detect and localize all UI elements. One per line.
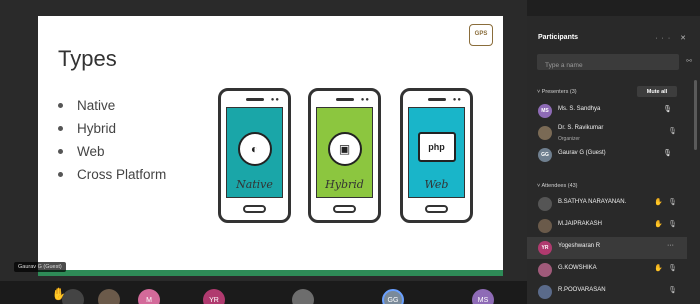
phone-label-native: Native — [236, 178, 273, 191]
participants-panel: Participants ··· ✕ ⚯ ˅ Presenters (3) Mu… — [527, 16, 700, 304]
attendees-section-label[interactable]: ˅ Attendees (43) — [537, 183, 578, 189]
phone-home-button — [333, 205, 356, 213]
phone-speaker — [246, 98, 264, 101]
bullet-dot — [58, 172, 63, 177]
presentation-stage: GPS Types Native Hybrid Web Cross Platfo… — [0, 0, 527, 304]
presenter-name-tag: Gaurav G (Guest) — [14, 262, 66, 272]
bullet-dot — [58, 103, 63, 108]
mic-muted-icon: 🎙 — [668, 128, 677, 135]
video-tile-avatar[interactable]: MS — [472, 289, 494, 304]
phone-camera: ●● — [360, 97, 370, 103]
mic-muted-icon: 🎙 — [668, 221, 677, 228]
raised-hand-icon: ✋ — [654, 221, 663, 228]
phone-speaker — [336, 98, 354, 101]
video-tile-avatar[interactable] — [62, 289, 84, 304]
hybrid-app-icon: ▣ — [327, 132, 362, 166]
avatar: MS — [538, 104, 552, 118]
microphone-icon: 🎙 — [663, 106, 672, 113]
participant-name: M.JAIPRAKASH — [558, 221, 603, 227]
participant-name: Yogeshwaran R — [558, 243, 601, 249]
mic-muted-icon: 🎙 — [668, 287, 677, 294]
bullet-list: Native Hybrid Web Cross Platform — [58, 94, 166, 186]
gps-logo: GPS — [469, 24, 493, 46]
video-tile-avatar[interactable]: M — [138, 289, 160, 304]
avatar — [538, 126, 552, 140]
native-os-icon: ◐ — [237, 132, 272, 166]
mic-muted-icon: 🎙 — [668, 265, 677, 272]
options-icon[interactable]: ⚯ — [686, 57, 692, 65]
web-php-icon: php — [417, 132, 456, 162]
mic-muted-icon: 🎙 — [668, 199, 677, 206]
participant-name: Dr. S. Ravikumar — [558, 125, 604, 131]
video-tile-avatar[interactable]: GG — [382, 289, 404, 304]
participant-name: Ms. S. Sandhya — [558, 106, 601, 112]
video-tile-strip: ✋ M YR GG MS — [0, 281, 527, 304]
avatar — [538, 219, 552, 233]
video-tile-avatar[interactable] — [98, 289, 120, 304]
phone-screen-native: ◐ Native — [226, 107, 283, 198]
video-tile-avatar[interactable]: YR — [203, 289, 225, 304]
meeting-window: GPS Types Native Hybrid Web Cross Platfo… — [0, 0, 700, 304]
phone-screen-web: php Web — [408, 107, 465, 198]
bullet-item: Cross Platform — [58, 163, 166, 186]
phone-screen-hybrid: ▣ Hybrid — [316, 107, 373, 198]
bullet-item: Web — [58, 140, 166, 163]
participant-row[interactable]: R.POOVARASAN 🎙 — [527, 281, 687, 303]
avatar: YR — [538, 241, 552, 255]
phone-label-hybrid: Hybrid — [325, 178, 364, 191]
microphone-icon: 🎙 — [663, 150, 672, 157]
slide-progress-bar — [38, 270, 503, 276]
panel-header-icons[interactable]: ··· ✕ — [655, 34, 690, 42]
bullet-dot — [58, 126, 63, 131]
participant-name: Gaurav G (Guest) — [558, 150, 606, 156]
slide-title: Types — [58, 46, 117, 71]
more-options-icon[interactable]: ··· — [667, 242, 674, 249]
participant-name: R.POOVARASAN — [558, 287, 606, 293]
avatar: GG — [538, 148, 552, 162]
participant-row[interactable]: YR Yogeshwaran R ··· — [527, 237, 687, 259]
phone-camera: ●● — [452, 97, 462, 103]
raised-hand-icon: ✋ — [654, 265, 663, 272]
phone-label-web: Web — [424, 178, 449, 191]
panel-scrollbar[interactable] — [694, 80, 697, 150]
participant-row[interactable]: MS Ms. S. Sandhya 🎙 — [527, 100, 687, 122]
phone-hybrid: ●● ▣ Hybrid — [308, 88, 381, 223]
participant-row[interactable]: GG Gaurav G (Guest) 🎙 — [527, 144, 687, 166]
phone-speaker — [428, 98, 446, 101]
panel-top-strip — [527, 0, 700, 16]
presenters-section-label[interactable]: ˅ Presenters (3) — [537, 89, 577, 95]
mute-all-button[interactable]: Mute all — [637, 86, 677, 97]
video-tile-avatar[interactable] — [292, 289, 314, 304]
bullet-dot — [58, 149, 63, 154]
avatar — [538, 285, 552, 299]
raised-hand-icon: ✋ — [654, 199, 663, 206]
participant-row[interactable]: Dr. S. Ravikumar Organizer 🎙 — [527, 122, 687, 144]
search-input[interactable] — [537, 57, 679, 74]
shared-slide: GPS Types Native Hybrid Web Cross Platfo… — [38, 16, 503, 276]
phone-home-button — [243, 205, 266, 213]
avatar — [538, 197, 552, 211]
participant-row[interactable]: M.JAIPRAKASH ✋ 🎙 — [527, 215, 687, 237]
participant-role: Organizer — [558, 136, 580, 142]
avatar — [538, 263, 552, 277]
phone-camera: ●● — [270, 97, 280, 103]
participant-name: G.KOWSHIKA — [558, 265, 597, 271]
phone-web: ●● php Web — [400, 88, 473, 223]
bullet-item: Native — [58, 94, 166, 117]
participant-row[interactable]: G.KOWSHIKA ✋ 🎙 — [527, 259, 687, 281]
participant-row[interactable]: B.SATHYA NARAYANAN. ✋ 🎙 — [527, 193, 687, 215]
phone-native: ●● ◐ Native — [218, 88, 291, 223]
phone-home-button — [425, 205, 448, 213]
participant-search — [537, 54, 679, 74]
panel-title: Participants — [538, 34, 579, 41]
bullet-item: Hybrid — [58, 117, 166, 140]
participant-name: B.SATHYA NARAYANAN. — [558, 199, 627, 205]
